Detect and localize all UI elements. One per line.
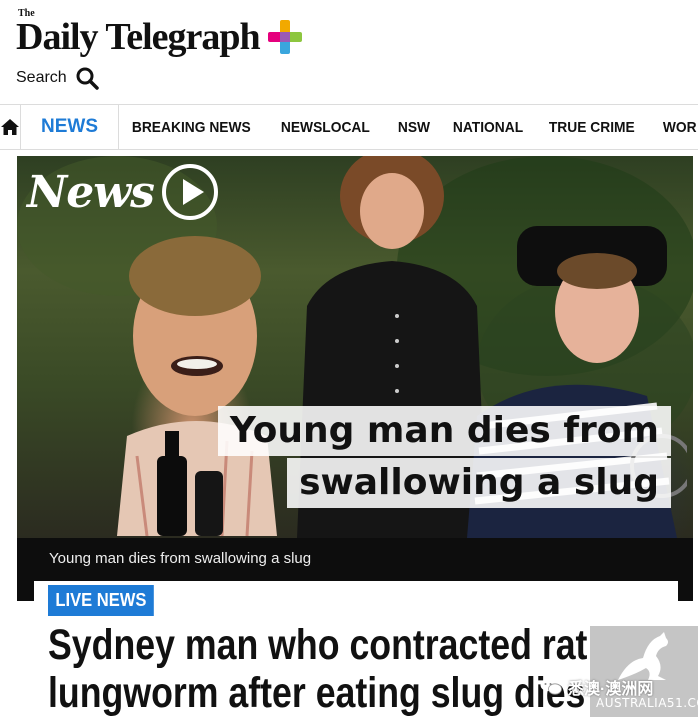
video-caption-bar: Young man dies from swallowing a slug	[17, 538, 693, 578]
video-thumbnail[interactable]: News Young man dies from swallowing a sl…	[17, 156, 693, 538]
wechat-icon	[540, 679, 562, 695]
logo-title: Daily Telegraph	[16, 16, 261, 58]
video-caption-text: Young man dies from swallowing a slug	[49, 549, 312, 567]
headline-line-1: Sydney man who contracted rat	[48, 621, 588, 669]
article-headline[interactable]: Sydney man who contracted rat lungworm a…	[48, 621, 588, 717]
nav-item-nsw[interactable]: NSW	[385, 105, 443, 149]
search-icon	[76, 67, 99, 90]
search-button[interactable]: Search	[16, 64, 99, 92]
search-label: Search	[16, 69, 67, 86]
nav-item-national[interactable]: NATIONAL	[440, 105, 536, 149]
home-icon	[1, 119, 19, 135]
watermark-cn-text: 悉澳·澳洲网	[568, 681, 654, 698]
news-channel-logo: News	[27, 162, 220, 222]
watermark-overlay: 悉澳·澳洲网	[540, 675, 653, 699]
logo-the: The	[18, 8, 35, 19]
play-icon[interactable]	[160, 162, 220, 222]
nav-home[interactable]	[0, 105, 21, 149]
nav-item-news[interactable]: NEWS	[21, 105, 119, 149]
live-news-badge: LIVE NEWS	[48, 585, 154, 616]
overlay-line-2: swallowing a slug	[287, 458, 671, 508]
video-overlay-caption: Young man dies from swallowing a slug	[217, 404, 671, 508]
nav-item-newslocal[interactable]: NEWSLOCAL	[268, 105, 383, 149]
plus-icon	[267, 20, 302, 54]
masthead-logo[interactable]: The Daily Telegraph	[16, 9, 302, 60]
headline-line-2: lungworm after eating slug dies	[48, 669, 586, 717]
nav-item-world[interactable]: WOR	[650, 105, 698, 149]
watermark-logo: AUSTRALIA51.COM	[590, 626, 698, 717]
overlay-line-1: Young man dies from	[217, 406, 671, 456]
news-logo-text: News	[27, 166, 155, 218]
nav-item-breaking-news[interactable]: BREAKING NEWS	[119, 105, 264, 149]
main-nav: NEWS BREAKING NEWS NEWSLOCAL NSW NATIONA…	[0, 104, 698, 150]
video-player[interactable]: News Young man dies from swallowing a sl…	[17, 156, 693, 601]
logo-wordmark: The Daily Telegraph	[16, 9, 261, 58]
nav-item-true-crime[interactable]: TRUE CRIME	[536, 105, 648, 149]
